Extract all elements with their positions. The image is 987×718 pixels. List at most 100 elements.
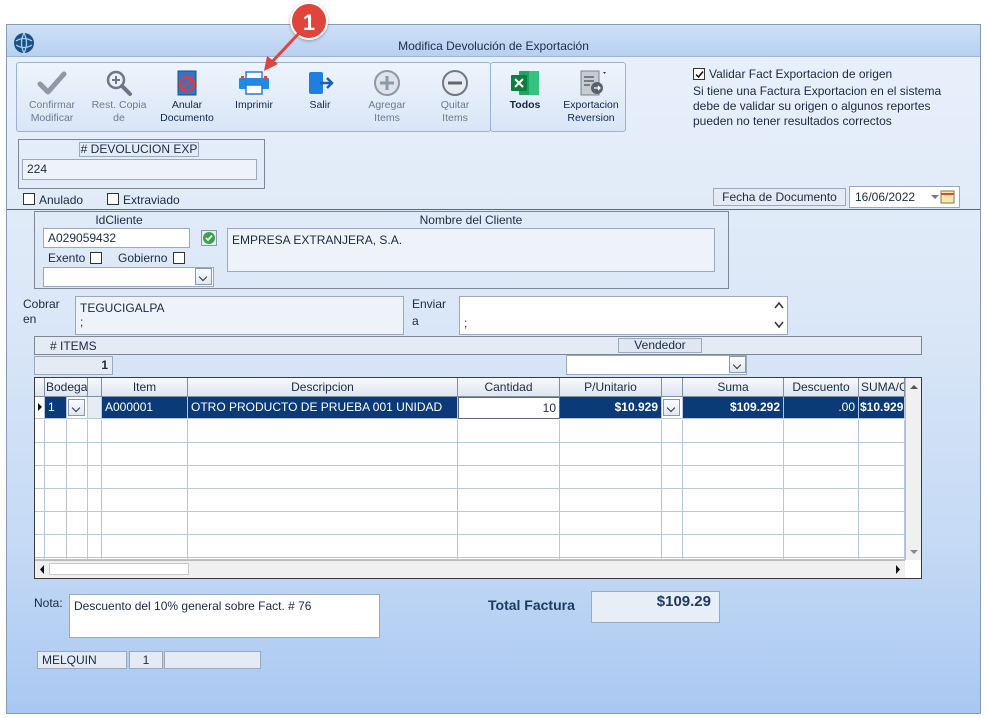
- empty-cell[interactable]: [683, 466, 784, 489]
- empty-cell[interactable]: [560, 443, 662, 466]
- validate-origin-checkbox[interactable]: [693, 68, 705, 80]
- empty-cell[interactable]: [560, 489, 662, 512]
- empty-cell[interactable]: [102, 489, 188, 512]
- empty-cell[interactable]: [88, 535, 102, 558]
- col-header-punitario[interactable]: P/Unitario: [560, 378, 662, 397]
- empty-cell[interactable]: [67, 489, 88, 512]
- empty-cell[interactable]: [102, 466, 188, 489]
- empty-cell[interactable]: [458, 420, 560, 443]
- empty-cell[interactable]: [188, 466, 458, 489]
- empty-cell[interactable]: [859, 443, 905, 466]
- empty-cell[interactable]: [88, 420, 102, 443]
- empty-cell[interactable]: [683, 535, 784, 558]
- empty-cell[interactable]: [188, 489, 458, 512]
- empty-cell[interactable]: [784, 489, 859, 512]
- empty-cell[interactable]: [45, 512, 67, 535]
- empty-cell[interactable]: [560, 512, 662, 535]
- row-indicator[interactable]: [35, 397, 45, 419]
- empty-cell[interactable]: [45, 420, 67, 443]
- empty-cell[interactable]: [45, 443, 67, 466]
- empty-cell[interactable]: [662, 489, 683, 512]
- nota-field[interactable]: Descuento del 10% general sobre Fact. # …: [69, 594, 380, 638]
- empty-cell[interactable]: [458, 535, 560, 558]
- empty-cell[interactable]: [188, 512, 458, 535]
- empty-cell[interactable]: [784, 420, 859, 443]
- empty-cell[interactable]: [102, 443, 188, 466]
- cell-descuento[interactable]: .00: [784, 397, 859, 419]
- grid-vscrollbar[interactable]: [905, 397, 921, 560]
- col-header-suma[interactable]: Suma: [683, 378, 784, 397]
- empty-cell[interactable]: [662, 512, 683, 535]
- empty-cell[interactable]: [35, 535, 45, 558]
- empty-cell[interactable]: [458, 443, 560, 466]
- empty-cell[interactable]: [662, 443, 683, 466]
- empty-cell[interactable]: [458, 489, 560, 512]
- empty-cell[interactable]: [784, 512, 859, 535]
- verify-ok-icon[interactable]: [201, 230, 217, 246]
- empty-cell[interactable]: [683, 443, 784, 466]
- empty-cell[interactable]: [102, 420, 188, 443]
- grid-vscroll-top[interactable]: [905, 378, 921, 397]
- empty-cell[interactable]: [188, 420, 458, 443]
- remove-items-button[interactable]: Quitar Items: [421, 63, 489, 131]
- empty-cell[interactable]: [784, 466, 859, 489]
- empty-cell[interactable]: [560, 420, 662, 443]
- empty-cell[interactable]: [67, 443, 88, 466]
- empty-cell[interactable]: [45, 535, 67, 558]
- empty-cell[interactable]: [88, 443, 102, 466]
- empty-cell[interactable]: [45, 489, 67, 512]
- unit-dropdown-cell[interactable]: [662, 397, 683, 419]
- bodega-dropdown-cell[interactable]: [67, 397, 88, 419]
- empty-cell[interactable]: [859, 466, 905, 489]
- empty-cell[interactable]: [683, 489, 784, 512]
- empty-cell[interactable]: [45, 466, 67, 489]
- cell-item[interactable]: A000001: [102, 397, 188, 419]
- empty-cell[interactable]: [560, 535, 662, 558]
- col-header-descuento[interactable]: Descuento: [784, 378, 859, 397]
- grid-hscrollbar[interactable]: [35, 560, 905, 578]
- calendar-icon[interactable]: [929, 190, 955, 204]
- empty-cell[interactable]: [784, 535, 859, 558]
- client-type-select[interactable]: [43, 267, 214, 287]
- empty-cell[interactable]: [67, 512, 88, 535]
- restore-copy-button[interactable]: Rest. Copia de: [85, 63, 153, 131]
- empty-cell[interactable]: [88, 512, 102, 535]
- empty-cell[interactable]: [662, 466, 683, 489]
- empty-cell[interactable]: [67, 420, 88, 443]
- empty-cell[interactable]: [859, 420, 905, 443]
- empty-cell[interactable]: [683, 512, 784, 535]
- excel-all-button[interactable]: Todos: [493, 63, 557, 131]
- empty-cell[interactable]: [102, 512, 188, 535]
- bodega-dropdown-arrow[interactable]: [68, 399, 85, 416]
- empty-cell[interactable]: [683, 420, 784, 443]
- empty-cell[interactable]: [859, 489, 905, 512]
- cell-punitario[interactable]: $10.929: [560, 397, 662, 419]
- col-header-bodega[interactable]: Bodega: [45, 378, 88, 397]
- empty-cell[interactable]: [784, 443, 859, 466]
- document-number-field[interactable]: 224: [22, 159, 257, 180]
- empty-cell[interactable]: [67, 535, 88, 558]
- enviar-a-field[interactable]: ;: [459, 296, 788, 335]
- cell-sumac[interactable]: $10.929: [859, 397, 905, 419]
- cell-bodega[interactable]: 1: [45, 397, 67, 419]
- empty-cell[interactable]: [35, 489, 45, 512]
- empty-cell[interactable]: [662, 420, 683, 443]
- export-reversion-button[interactable]: Exportacion Reversion: [557, 63, 625, 131]
- void-document-button[interactable]: Anular Documento: [153, 63, 221, 131]
- empty-cell[interactable]: [560, 466, 662, 489]
- empty-cell[interactable]: [35, 420, 45, 443]
- col-header-item[interactable]: Item: [102, 378, 188, 397]
- empty-cell[interactable]: [458, 466, 560, 489]
- add-items-button[interactable]: Agregar Items: [353, 63, 421, 131]
- col-header-cantidad[interactable]: Cantidad: [458, 378, 560, 397]
- cell-suma[interactable]: $109.292: [683, 397, 784, 419]
- empty-cell[interactable]: [188, 443, 458, 466]
- empty-cell[interactable]: [67, 466, 88, 489]
- col-header-sumac[interactable]: SUMA/C: [859, 378, 905, 397]
- anulado-checkbox[interactable]: [23, 193, 35, 205]
- client-type-dropdown-arrow[interactable]: [195, 268, 212, 285]
- exento-checkbox[interactable]: [90, 252, 102, 264]
- client-id-field[interactable]: A029059432: [43, 228, 190, 248]
- confirm-modify-button[interactable]: Confirmar Modificar: [19, 63, 85, 131]
- empty-cell[interactable]: [102, 535, 188, 558]
